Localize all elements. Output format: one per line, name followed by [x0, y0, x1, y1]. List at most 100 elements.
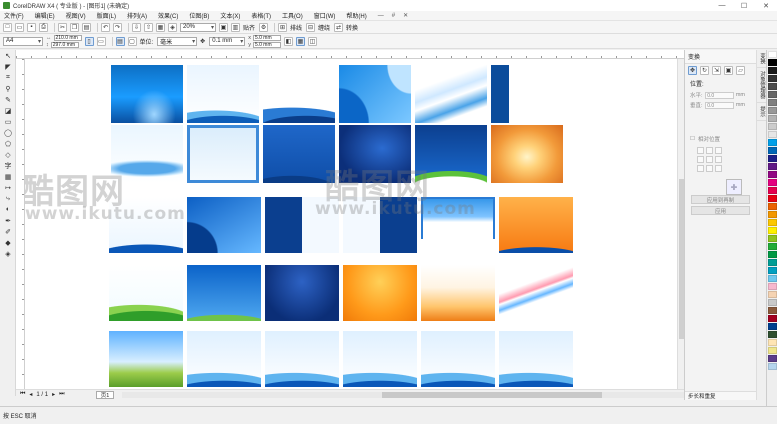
vertical-ruler[interactable] — [16, 59, 25, 389]
color-swatch[interactable] — [768, 331, 777, 338]
anchor-point[interactable] — [715, 156, 722, 163]
nudge-distance-field[interactable]: 0.1 mm — [209, 36, 246, 46]
background-design-thumbnail[interactable] — [265, 197, 339, 253]
menu-arrange[interactable]: 排列(A) — [127, 11, 147, 20]
doc-restore-button[interactable]: # — [392, 13, 395, 19]
color-swatch[interactable] — [768, 83, 777, 90]
color-swatch[interactable] — [768, 315, 777, 322]
size-mode-icon[interactable]: ▣ — [724, 66, 733, 75]
color-swatch[interactable] — [768, 91, 777, 98]
background-design-thumbnail[interactable] — [111, 125, 183, 183]
smart-fill-icon[interactable]: ◪ — [2, 105, 14, 116]
welcome-icon[interactable]: ◈ — [168, 22, 177, 32]
background-design-thumbnail[interactable] — [187, 265, 261, 321]
menu-layout[interactable]: 版面(L) — [97, 11, 116, 20]
maximize-button[interactable]: ☐ — [733, 0, 755, 11]
anchor-point[interactable] — [706, 147, 713, 154]
color-swatch[interactable] — [768, 155, 777, 162]
background-design-thumbnail[interactable] — [491, 65, 563, 123]
page-tab[interactable]: 页1 — [96, 390, 114, 399]
treat-as-filled-icon[interactable]: ◧ — [283, 36, 293, 46]
shape-tool-icon[interactable]: ◤ — [2, 61, 14, 72]
minimize-button[interactable]: — — [711, 0, 733, 11]
crop-tool-icon[interactable]: ⌗ — [2, 72, 14, 83]
ellipse-tool-icon[interactable]: ◯ — [2, 127, 14, 138]
anchor-point[interactable] — [697, 165, 704, 172]
color-swatch[interactable] — [768, 219, 777, 226]
app-launcher-icon[interactable]: ▦ — [156, 22, 165, 32]
color-swatch[interactable] — [768, 51, 777, 58]
background-design-thumbnail[interactable] — [263, 65, 335, 123]
menu-text[interactable]: 文本(X) — [220, 11, 240, 20]
color-swatch[interactable] — [768, 235, 777, 242]
color-swatch[interactable] — [768, 299, 777, 306]
background-design-thumbnail[interactable] — [339, 65, 411, 123]
color-swatch[interactable] — [768, 107, 777, 114]
background-design-thumbnail[interactable] — [339, 125, 411, 183]
paper-height-field[interactable]: 297.0 mm — [50, 41, 79, 48]
connector-tool-icon[interactable]: ⤷ — [2, 193, 14, 204]
dimension-tool-icon[interactable]: ↦ — [2, 182, 14, 193]
rectangle-tool-icon[interactable]: ▭ — [2, 116, 14, 127]
doc-close-button[interactable]: ✕ — [403, 12, 408, 19]
prev-page-icon[interactable]: ◂ — [29, 391, 32, 398]
position-mode-icon[interactable]: ✥ — [688, 66, 697, 75]
cut-icon[interactable]: ✂ — [58, 22, 67, 32]
menu-edit[interactable]: 编辑(E) — [35, 11, 55, 20]
paper-width-field[interactable]: 210.0 mm — [53, 34, 82, 41]
menu-tools[interactable]: 工具(O) — [282, 11, 303, 20]
color-swatch[interactable] — [768, 163, 777, 170]
import-icon[interactable]: ⇩ — [132, 22, 141, 32]
last-page-icon[interactable]: ⏭ — [59, 391, 64, 398]
arrange-icon[interactable]: ⊞ — [278, 22, 288, 32]
background-design-thumbnail[interactable] — [109, 265, 183, 321]
menu-help[interactable]: 帮助(H) — [346, 11, 366, 20]
background-design-thumbnail[interactable] — [343, 265, 417, 321]
polygon-tool-icon[interactable]: ⬠ — [2, 138, 14, 149]
color-swatch[interactable] — [768, 291, 777, 298]
color-swatch[interactable] — [768, 99, 777, 106]
close-button[interactable]: ✕ — [755, 0, 777, 11]
color-swatch[interactable] — [768, 323, 777, 330]
menu-bitmaps[interactable]: 位图(B) — [189, 11, 209, 20]
background-design-thumbnail[interactable] — [415, 65, 487, 123]
snap-icon[interactable]: ▥ — [231, 22, 240, 32]
color-swatch[interactable] — [768, 187, 777, 194]
color-swatch[interactable] — [768, 363, 777, 370]
vertical-scrollbar[interactable] — [677, 59, 684, 389]
interactive-fill-icon[interactable]: ◈ — [2, 248, 14, 259]
arrange-label[interactable]: 排线 — [290, 23, 302, 32]
background-design-thumbnail[interactable] — [499, 265, 573, 321]
fill-tool-icon[interactable]: ◆ — [2, 237, 14, 248]
convert-icon[interactable]: ⇄ — [334, 22, 344, 32]
background-design-thumbnail[interactable] — [415, 125, 487, 183]
background-design-thumbnail[interactable] — [491, 125, 563, 183]
paste-icon[interactable]: ▤ — [82, 22, 91, 32]
zoom-tool-icon[interactable]: ⚲ — [2, 83, 14, 94]
units-select[interactable]: 毫米 — [157, 36, 198, 46]
freehand-tool-icon[interactable]: ✎ — [2, 94, 14, 105]
landscape-icon[interactable]: ▭ — [96, 36, 106, 46]
color-swatch[interactable] — [768, 195, 777, 202]
horizontal-ruler[interactable] — [16, 50, 684, 59]
pick-tool-icon[interactable]: ↖ — [2, 50, 14, 61]
color-swatch[interactable] — [768, 211, 777, 218]
convert-label[interactable]: 转换 — [346, 23, 358, 32]
open-folder-icon[interactable]: ▭ — [15, 22, 24, 32]
full-screen-icon[interactable]: ▣ — [219, 22, 228, 32]
color-swatch[interactable] — [768, 227, 777, 234]
copy-icon[interactable]: ❐ — [70, 22, 79, 32]
horizontal-input[interactable]: 0.0 — [705, 91, 734, 99]
print-icon[interactable]: ⎙ — [39, 22, 48, 32]
background-design-thumbnail[interactable] — [111, 65, 183, 123]
save-icon[interactable]: ▪ — [27, 22, 36, 32]
doc-minimize-button[interactable]: — — [378, 13, 384, 19]
horizontal-scrollbar[interactable] — [122, 391, 684, 398]
background-design-thumbnail[interactable] — [265, 265, 339, 321]
color-swatch[interactable] — [768, 307, 777, 314]
options-icon[interactable]: ⚙ — [259, 22, 269, 32]
color-swatch[interactable] — [768, 283, 777, 290]
bleed-icon[interactable]: ◫ — [307, 36, 317, 46]
anchor-point[interactable] — [706, 165, 713, 172]
color-swatch[interactable] — [768, 115, 777, 122]
